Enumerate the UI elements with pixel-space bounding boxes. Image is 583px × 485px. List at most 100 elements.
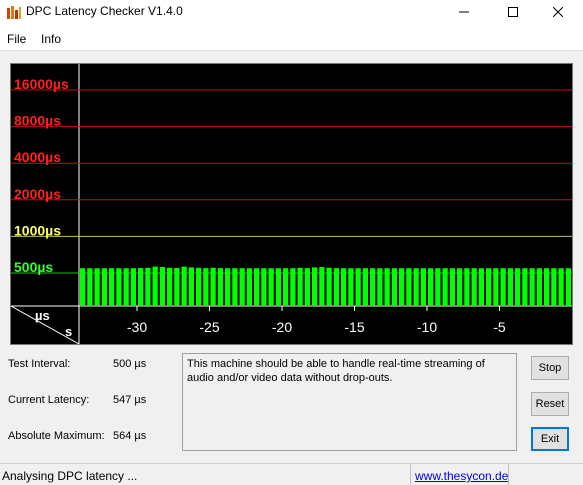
latency-bar xyxy=(174,267,180,306)
y-tick-label: 500µs xyxy=(14,259,53,275)
reset-button[interactable]: Reset xyxy=(531,392,569,416)
latency-bar xyxy=(493,268,499,306)
test-interval-label: Test Interval: xyxy=(8,358,71,370)
latency-bar xyxy=(138,267,144,306)
latency-bar xyxy=(188,267,194,306)
latency-bar xyxy=(203,268,209,306)
y-tick-label: 16000µs xyxy=(14,76,69,92)
latency-chart: 16000µs 8000µs 4000µs 2000µs 1000µs 500µs -30 -… xyxy=(11,64,572,344)
status-text: Analysing DPC latency ... xyxy=(2,469,138,483)
latency-bar xyxy=(283,268,289,306)
latency-bar xyxy=(565,268,571,306)
maximize-icon xyxy=(508,7,518,17)
absolute-maximum-value: 564 µs xyxy=(113,430,147,442)
exit-button[interactable]: Exit xyxy=(531,427,569,451)
x-tick-label: -30 xyxy=(127,319,147,335)
latency-bar xyxy=(116,268,122,306)
latency-bar xyxy=(457,268,463,306)
current-latency-label: Current Latency: xyxy=(8,394,90,406)
latency-bar xyxy=(246,268,252,306)
website-link[interactable]: www.thesycon.de xyxy=(415,469,508,483)
latency-bar xyxy=(486,268,492,306)
latency-bar xyxy=(312,267,318,306)
latency-bar xyxy=(181,266,187,306)
latency-bar xyxy=(355,268,361,306)
latency-bar xyxy=(551,268,557,306)
latency-bar xyxy=(406,268,412,306)
status-message: This machine should be able to handle re… xyxy=(187,358,485,384)
status-divider xyxy=(508,464,509,485)
test-interval-value: 500 µs xyxy=(113,358,147,370)
latency-bar xyxy=(130,268,136,306)
latency-bar xyxy=(420,268,426,306)
latency-bar xyxy=(297,267,303,306)
latency-bar xyxy=(304,268,310,306)
latency-bar xyxy=(435,268,441,306)
menu-bar: File Info xyxy=(0,26,583,51)
latency-bar xyxy=(94,268,100,306)
latency-bar xyxy=(522,268,528,306)
latency-bar xyxy=(399,268,405,306)
latency-bar xyxy=(529,268,535,306)
latency-bar xyxy=(348,268,354,306)
x-tick-label: -5 xyxy=(493,319,506,335)
y-tick-label: 4000µs xyxy=(14,149,61,165)
latency-bar xyxy=(290,268,296,306)
latency-bar xyxy=(319,267,325,306)
close-button[interactable] xyxy=(535,0,581,24)
latency-bar xyxy=(471,268,477,306)
latency-bar xyxy=(428,268,434,306)
latency-bar xyxy=(449,268,455,306)
latency-bar xyxy=(536,268,542,306)
latency-bar xyxy=(196,267,202,306)
latency-bar xyxy=(341,268,347,306)
latency-bar xyxy=(558,268,564,306)
latency-bar xyxy=(507,268,513,306)
window-title: DPC Latency Checker V1.4.0 xyxy=(26,4,183,18)
menu-file[interactable]: File xyxy=(7,32,26,46)
latency-bar xyxy=(413,268,419,306)
status-message-box: This machine should be able to handle re… xyxy=(182,353,517,451)
app-icon xyxy=(7,6,21,19)
maximize-button[interactable] xyxy=(490,0,536,24)
x-unit-label: s xyxy=(65,324,72,339)
latency-bar xyxy=(210,267,216,306)
stop-button[interactable]: Stop xyxy=(531,356,569,380)
latency-bar xyxy=(377,268,383,306)
latency-bar xyxy=(123,268,129,306)
latency-bar xyxy=(232,268,238,306)
latency-bar xyxy=(167,267,173,306)
x-tick-label: -10 xyxy=(417,319,437,335)
latency-bar xyxy=(239,268,245,306)
latency-bar xyxy=(464,268,470,306)
y-unit-label: µs xyxy=(35,308,50,323)
latency-bar xyxy=(326,267,332,306)
y-tick-label: 1000µs xyxy=(14,222,61,238)
latency-bar xyxy=(370,268,376,306)
latency-bar xyxy=(87,268,93,306)
status-bar: Analysing DPC latency ... www.thesycon.d… xyxy=(0,463,583,485)
absolute-maximum-label: Absolute Maximum: xyxy=(8,430,105,442)
status-divider xyxy=(410,464,411,485)
title-bar: DPC Latency Checker V1.4.0 xyxy=(0,0,583,26)
latency-graph: 16000µs 8000µs 4000µs 2000µs 1000µs 500µs -30 -… xyxy=(10,63,573,345)
latency-bar xyxy=(145,267,151,306)
close-icon xyxy=(553,7,563,17)
y-tick-label: 8000µs xyxy=(14,113,61,129)
menu-info[interactable]: Info xyxy=(41,32,61,46)
y-tick-label: 2000µs xyxy=(14,186,61,202)
minimize-button[interactable] xyxy=(441,0,487,24)
latency-bar xyxy=(152,266,158,306)
latency-bar xyxy=(478,268,484,306)
latency-bar xyxy=(544,268,550,306)
latency-bar xyxy=(515,268,521,306)
latency-bar xyxy=(500,268,506,306)
x-tick-label: -25 xyxy=(199,319,219,335)
minimize-icon xyxy=(459,11,469,13)
latency-bar xyxy=(333,268,339,306)
current-latency-value: 547 µs xyxy=(113,394,147,406)
x-tick-label: -15 xyxy=(344,319,364,335)
latency-bar xyxy=(362,268,368,306)
latency-bar xyxy=(159,267,165,306)
latency-bar xyxy=(268,268,274,306)
